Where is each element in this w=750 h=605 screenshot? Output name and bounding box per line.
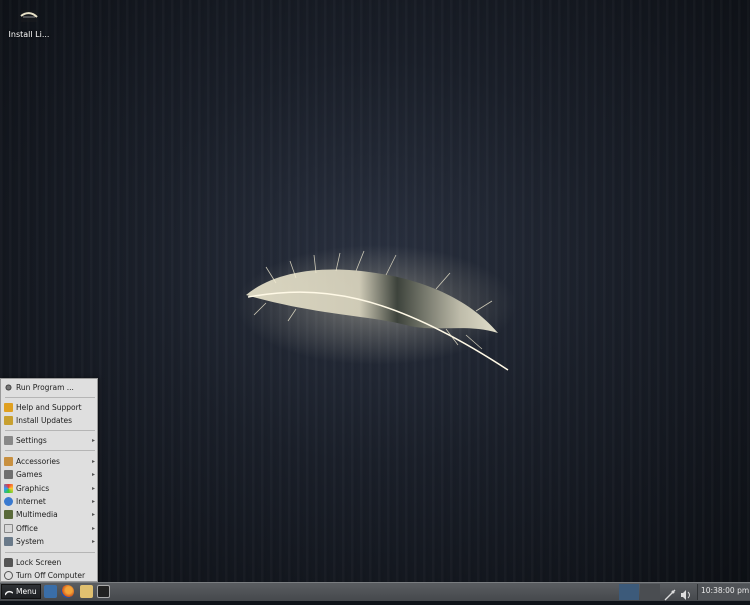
submenu-arrow-icon: ▸: [91, 485, 95, 492]
terminal-icon[interactable]: [97, 585, 110, 598]
taskbar: Menu 10:38:00 pm: [0, 582, 750, 601]
feather-logo-icon: [4, 588, 14, 596]
menu-separator: [5, 552, 95, 553]
power-icon: [4, 571, 13, 580]
firefox-icon[interactable]: [61, 585, 74, 598]
submenu-arrow-icon: ▸: [91, 437, 95, 444]
show-desktop-icon[interactable]: [44, 585, 57, 598]
accessories-icon: [4, 457, 13, 466]
help-icon: [4, 403, 13, 412]
office-icon: [4, 524, 13, 533]
clock: 10:38:00 pm: [701, 586, 750, 595]
menu-item-run-program[interactable]: Run Program ...: [3, 381, 97, 394]
submenu-arrow-icon: ▸: [91, 511, 95, 518]
submenu-arrow-icon: ▸: [91, 538, 95, 545]
gear-icon: [4, 383, 13, 392]
installer-feather-icon: [18, 6, 40, 26]
file-manager-icon[interactable]: [80, 585, 93, 598]
menu-item-games[interactable]: Games ▸: [3, 468, 97, 481]
settings-icon: [4, 436, 13, 445]
network-icon[interactable]: [664, 586, 676, 601]
submenu-arrow-icon: ▸: [91, 471, 95, 478]
games-icon: [4, 470, 13, 479]
submenu-arrow-icon: ▸: [91, 525, 95, 532]
system-icon: [4, 537, 13, 546]
menu-item-turn-off[interactable]: Turn Off Computer: [3, 569, 97, 582]
updates-icon: [4, 416, 13, 425]
clock-area[interactable]: 10:38:00 pm: [697, 584, 750, 600]
menu-item-settings[interactable]: Settings ▸: [3, 434, 97, 447]
volume-icon[interactable]: [680, 586, 692, 600]
submenu-arrow-icon: ▸: [91, 458, 95, 465]
menu-item-help[interactable]: Help and Support: [3, 401, 97, 414]
menu-item-multimedia[interactable]: Multimedia ▸: [3, 508, 97, 521]
multimedia-icon: [4, 510, 13, 519]
menu-item-install-updates[interactable]: Install Updates: [3, 414, 97, 427]
start-menu: Run Program ... Help and Support Install…: [0, 378, 98, 582]
desktop-icon-label: Install Li...: [8, 30, 50, 39]
menu-separator: [5, 397, 95, 398]
desktop-wallpaper: [0, 0, 750, 582]
menu-separator: [5, 430, 95, 431]
desktop-icon-install[interactable]: Install Li...: [4, 6, 54, 39]
workspace-1[interactable]: [619, 584, 639, 600]
feather-wallpaper-image: [236, 245, 526, 385]
menu-item-graphics[interactable]: Graphics ▸: [3, 482, 97, 495]
menu-item-office[interactable]: Office ▸: [3, 522, 97, 535]
menu-separator: [5, 450, 95, 451]
menu-button[interactable]: Menu: [1, 584, 41, 599]
submenu-arrow-icon: ▸: [91, 498, 95, 505]
menu-item-system[interactable]: System ▸: [3, 535, 97, 548]
menu-item-internet[interactable]: Internet ▸: [3, 495, 97, 508]
workspace-2[interactable]: [640, 584, 660, 600]
lock-icon: [4, 558, 13, 567]
internet-icon: [4, 497, 13, 506]
menu-item-lock-screen[interactable]: Lock Screen: [3, 556, 97, 569]
menu-item-accessories[interactable]: Accessories ▸: [3, 455, 97, 468]
graphics-icon: [4, 484, 13, 493]
